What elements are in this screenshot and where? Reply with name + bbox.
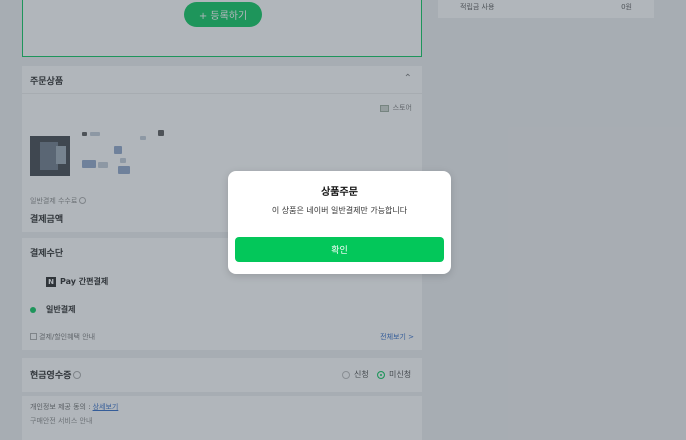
order-modal: 상품주문 이 상품은 네이버 일반결제만 가능합니다 확인 — [228, 171, 451, 274]
modal-title: 상품주문 — [321, 187, 358, 198]
modal-message: 이 상품은 네이버 일반결제만 가능합니다 — [271, 206, 408, 215]
confirm-button[interactable]: 확인 — [235, 237, 444, 262]
